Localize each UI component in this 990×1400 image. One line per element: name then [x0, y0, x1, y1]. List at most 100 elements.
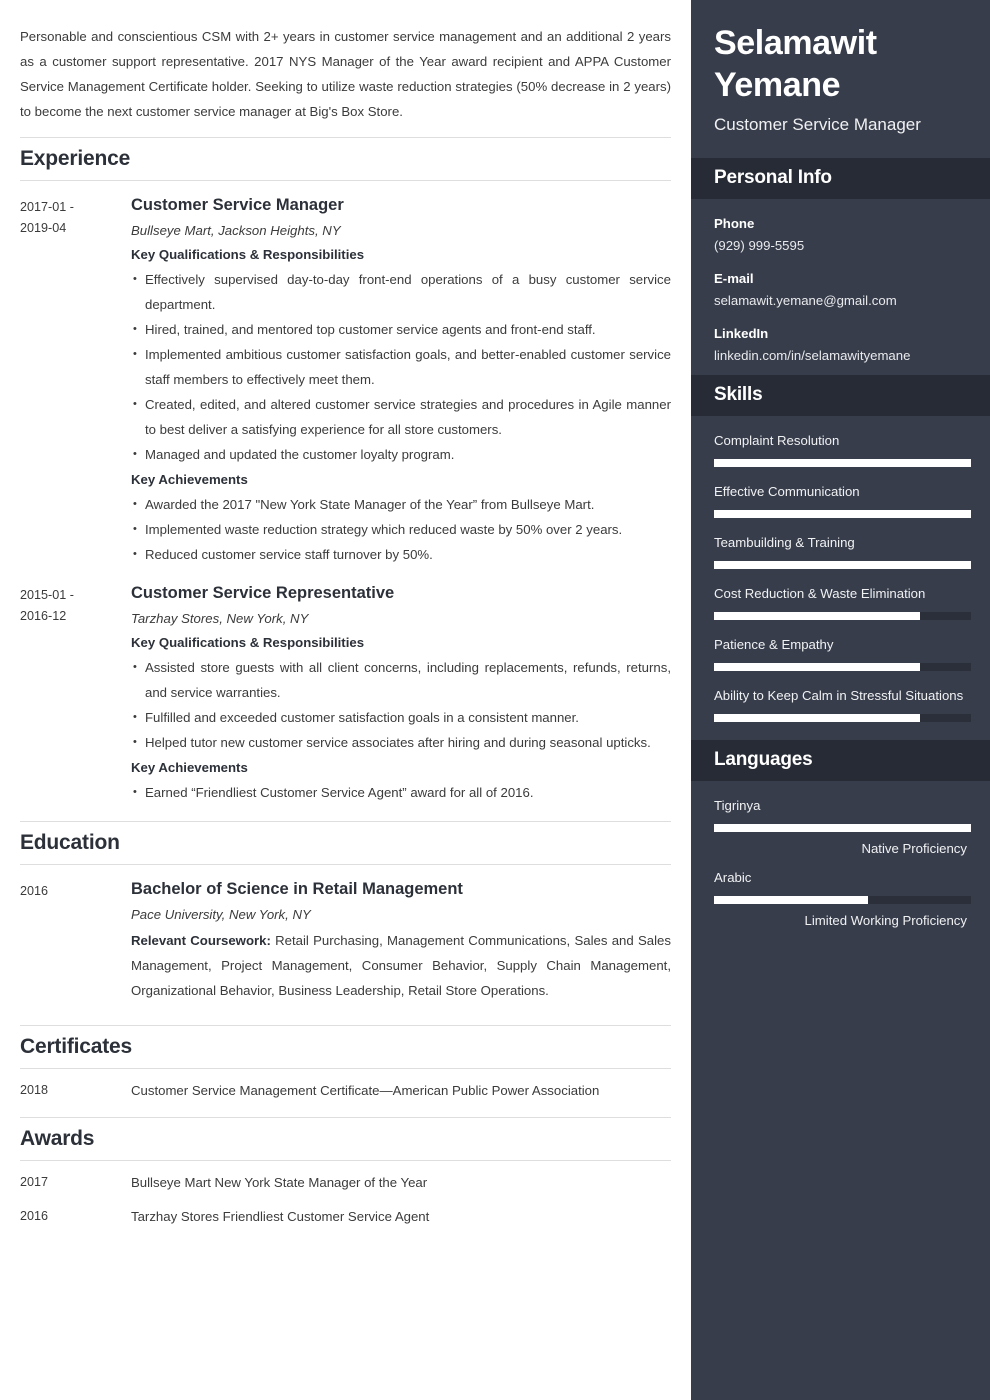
- experience-entry-body: Customer Service Representative Tarzhay …: [131, 582, 671, 807]
- experience-date-line-1: 2015-01 -: [20, 588, 74, 602]
- list-item: Fulfilled and exceeded customer satisfac…: [131, 705, 671, 730]
- experience-entry: 2015-01 - 2016-12 Customer Service Repre…: [20, 569, 671, 807]
- linkedin-value[interactable]: linkedin.com/in/selamawityemane: [714, 345, 967, 367]
- experience-entry-date: 2015-01 - 2016-12: [20, 582, 131, 807]
- skill-level-bar: [714, 714, 971, 722]
- responsibilities-list: Effectively supervised day-to-day front-…: [131, 267, 671, 467]
- languages-title: Languages: [691, 740, 990, 781]
- achievements-label: Key Achievements: [131, 472, 248, 487]
- experience-entry: 2017-01 - 2019-04 Customer Service Manag…: [20, 181, 671, 569]
- list-item: Awarded the 2017 "New York State Manager…: [131, 492, 671, 517]
- skills-title: Skills: [691, 375, 990, 416]
- awards-section-title: Awards: [20, 1117, 671, 1161]
- list-item: Implemented ambitious customer satisfact…: [131, 342, 671, 392]
- skill-label: Cost Reduction & Waste Elimination: [714, 586, 926, 601]
- award-row: 2017 Bullseye Mart New York State Manage…: [20, 1161, 671, 1195]
- education-section: Education 2016 Bachelor of Science in Re…: [20, 821, 671, 1003]
- list-item: Reduced customer service staff turnover …: [131, 542, 671, 567]
- award-row: 2016 Tarzhay Stores Friendliest Customer…: [20, 1195, 671, 1229]
- language-level-fill: [714, 896, 869, 904]
- sidebar-header: Selamawit Yemane Customer Service Manage…: [691, 0, 990, 158]
- responsibilities-label: Key Qualifications & Responsibilities: [131, 247, 365, 262]
- sidebar: Selamawit Yemane Customer Service Manage…: [691, 0, 990, 1400]
- achievements-label: Key Achievements: [131, 760, 248, 775]
- skill-level-bar: [714, 612, 971, 620]
- education-entry: 2016 Bachelor of Science in Retail Manag…: [20, 865, 671, 1003]
- personal-info-body: Phone (929) 999-5595 E-mail selamawit.ye…: [691, 199, 990, 375]
- certificate-date: 2018: [20, 1083, 49, 1097]
- email-value[interactable]: selamawit.yemane@gmail.com: [714, 290, 967, 312]
- language-level-fill: [714, 824, 971, 832]
- coursework-label: Relevant Coursework:: [131, 933, 271, 948]
- education-entry-date: 2016: [20, 884, 49, 898]
- skill-label: Ability to Keep Calm in Stressful Situat…: [714, 688, 964, 703]
- linkedin-label: LinkedIn: [714, 326, 769, 341]
- skill-label: Complaint Resolution: [714, 433, 840, 448]
- list-item: Hired, trained, and mentored top custome…: [131, 317, 671, 342]
- experience-date-line-2: 2016-12: [20, 609, 67, 623]
- list-item: Earned “Friendliest Customer Service Age…: [131, 780, 671, 805]
- responsibilities-label: Key Qualifications & Responsibilities: [131, 635, 365, 650]
- job-title: Customer Service Manager: [131, 196, 344, 214]
- resume-page: Personable and conscientious CSM with 2+…: [0, 0, 990, 1400]
- skill-item: Patience & Empathy: [714, 634, 971, 671]
- language-level-bar: [714, 896, 971, 904]
- award-date: 2016: [20, 1209, 49, 1223]
- skill-item: Cost Reduction & Waste Elimination: [714, 583, 971, 620]
- list-item: Implemented waste reduction strategy whi…: [131, 517, 671, 542]
- achievements-list: Earned “Friendliest Customer Service Age…: [131, 780, 671, 805]
- skills-body: Complaint Resolution Effective Communica…: [691, 416, 990, 740]
- experience-entry-date: 2017-01 - 2019-04: [20, 194, 131, 569]
- skill-level-fill: [714, 714, 920, 722]
- professional-summary: Personable and conscientious CSM with 2+…: [20, 29, 671, 119]
- skill-label: Patience & Empathy: [714, 637, 834, 652]
- education-section-title: Education: [20, 821, 671, 865]
- award-text: Tarzhay Stores Friendliest Customer Serv…: [131, 1209, 430, 1224]
- skill-label: Teambuilding & Training: [714, 535, 855, 550]
- experience-date-line-2: 2019-04: [20, 221, 67, 235]
- candidate-name: Selamawit Yemane: [714, 22, 967, 106]
- degree-title: Bachelor of Science in Retail Management: [131, 880, 463, 898]
- skill-item: Complaint Resolution: [714, 430, 971, 467]
- school-name: Pace University, New York, NY: [131, 907, 311, 922]
- job-company: Tarzhay Stores, New York, NY: [131, 611, 309, 626]
- skill-level-fill: [714, 510, 971, 518]
- skill-level-fill: [714, 663, 920, 671]
- achievements-list: Awarded the 2017 "New York State Manager…: [131, 492, 671, 567]
- certificates-section: Certificates 2018 Customer Service Manag…: [20, 1025, 671, 1103]
- list-item: Created, edited, and altered customer se…: [131, 392, 671, 442]
- language-level-bar: [714, 824, 971, 832]
- candidate-first-name: Selamawit: [714, 24, 877, 62]
- skill-level-fill: [714, 561, 971, 569]
- awards-section: Awards 2017 Bullseye Mart New York State…: [20, 1117, 671, 1229]
- candidate-role: Customer Service Manager: [714, 115, 921, 134]
- skill-level-fill: [714, 612, 920, 620]
- skill-item: Ability to Keep Calm in Stressful Situat…: [714, 685, 971, 722]
- main-content-column: Personable and conscientious CSM with 2+…: [0, 0, 691, 1400]
- experience-section: Experience 2017-01 - 2019-04 Customer Se…: [20, 137, 671, 807]
- language-proficiency: Native Proficiency: [861, 841, 967, 856]
- skill-level-bar: [714, 510, 971, 518]
- phone-value[interactable]: (929) 999-5595: [714, 235, 967, 257]
- responsibilities-list: Assisted store guests with all client co…: [131, 655, 671, 755]
- certificate-row: 2018 Customer Service Management Certifi…: [20, 1069, 671, 1103]
- language-item: Arabic Limited Working Proficiency: [714, 867, 971, 931]
- award-text: Bullseye Mart New York State Manager of …: [131, 1175, 428, 1190]
- language-proficiency: Limited Working Proficiency: [804, 913, 967, 928]
- experience-section-title: Experience: [20, 137, 671, 181]
- phone-label: Phone: [714, 216, 755, 231]
- list-item: Helped tutor new customer service associ…: [131, 730, 671, 755]
- experience-entry-body: Customer Service Manager Bullseye Mart, …: [131, 194, 671, 569]
- relevant-coursework: Relevant Coursework: Retail Purchasing, …: [131, 928, 671, 1003]
- skill-level-bar: [714, 561, 971, 569]
- skill-level-bar: [714, 459, 971, 467]
- job-title: Customer Service Representative: [131, 584, 395, 602]
- list-item: Effectively supervised day-to-day front-…: [131, 267, 671, 317]
- list-item: Managed and updated the customer loyalty…: [131, 442, 671, 467]
- skill-label: Effective Communication: [714, 484, 860, 499]
- email-label: E-mail: [714, 271, 754, 286]
- skill-item: Teambuilding & Training: [714, 532, 971, 569]
